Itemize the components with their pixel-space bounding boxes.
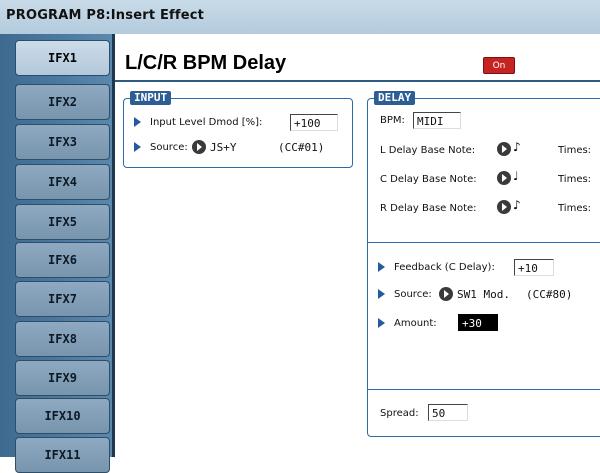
tab-ifx4[interactable]: IFX4 — [15, 164, 110, 200]
tab-ifx8[interactable]: IFX8 — [15, 321, 110, 357]
spread-field[interactable]: 50 — [428, 404, 468, 421]
tab-ifx11[interactable]: IFX11 — [15, 437, 110, 473]
tab-ifx9[interactable]: IFX9 — [15, 360, 110, 396]
tab-ifx7[interactable]: IFX7 — [15, 281, 110, 317]
input-source-select-icon[interactable] — [192, 140, 206, 154]
input-source-arrow-icon — [134, 142, 141, 152]
input-source-cc: (CC#01) — [278, 141, 325, 154]
input-source-value[interactable]: JS+Y — [210, 141, 237, 154]
spread-divider — [368, 389, 600, 390]
bpm-field[interactable]: MIDI — [413, 112, 461, 129]
feedback-field[interactable]: +10 — [514, 259, 554, 276]
amount-field[interactable]: +30 — [458, 314, 498, 331]
fb-source-cc: (CC#80) — [526, 288, 573, 301]
c-note-value[interactable]: ♩ — [513, 169, 519, 183]
effect-edit-area: L/C/R BPM Delay On INPUT Input Level Dmo… — [112, 34, 600, 457]
fb-source-label: Source: — [394, 289, 432, 300]
delay-section-divider — [368, 242, 600, 243]
r-note-select-icon[interactable] — [497, 200, 511, 214]
input-source-label: Source: — [150, 142, 188, 153]
l-delay-base-note-label: L Delay Base Note: — [380, 145, 476, 156]
feedback-arrow-icon — [378, 262, 385, 272]
r-times-label: Times: — [558, 203, 592, 214]
l-note-value[interactable]: ♪ — [513, 140, 521, 154]
ifx-tab-sidebar: IFX1 IFX2 IFX3 IFX4 IFX5 IFX6 IFX7 IFX8 … — [0, 34, 112, 473]
effect-on-button[interactable]: On — [483, 57, 515, 74]
page-title: PROGRAM P8:Insert Effect — [6, 8, 205, 23]
delay-panel-label: DELAY — [374, 91, 416, 105]
feedback-label: Feedback (C Delay): — [394, 262, 495, 273]
fb-source-value[interactable]: SW1 Mod. — [457, 288, 510, 301]
delay-panel: DELAY BPM: MIDI L Delay Base Note: ♪ Tim… — [367, 91, 600, 437]
tab-ifx2[interactable]: IFX2 — [15, 84, 110, 120]
input-level-dmod-field[interactable]: +100 — [290, 114, 338, 131]
c-note-select-icon[interactable] — [497, 171, 511, 185]
fb-source-select-icon[interactable] — [439, 287, 453, 301]
c-delay-base-note-label: C Delay Base Note: — [380, 174, 477, 185]
spread-label: Spread: — [380, 408, 419, 419]
bpm-label: BPM: — [380, 115, 405, 126]
tab-ifx1[interactable]: IFX1 — [15, 40, 110, 76]
amount-arrow-icon — [378, 318, 385, 328]
tab-ifx5[interactable]: IFX5 — [15, 204, 110, 240]
fb-source-arrow-icon — [378, 289, 385, 299]
c-times-label: Times: — [558, 174, 592, 185]
l-times-label: Times: — [558, 145, 592, 156]
tab-ifx10[interactable]: IFX10 — [15, 398, 110, 434]
tab-ifx6[interactable]: IFX6 — [15, 242, 110, 278]
input-level-dmod-label: Input Level Dmod [%]: — [150, 117, 263, 128]
input-level-arrow-icon — [134, 117, 141, 127]
r-delay-base-note-label: R Delay Base Note: — [380, 203, 477, 214]
input-panel-label: INPUT — [130, 91, 172, 105]
title-divider — [115, 80, 600, 82]
effect-name: L/C/R BPM Delay — [125, 52, 287, 74]
tab-ifx3[interactable]: IFX3 — [15, 124, 110, 160]
input-panel: INPUT Input Level Dmod [%]: +100 Source:… — [123, 91, 353, 168]
r-note-value[interactable]: ♪ — [513, 198, 521, 212]
amount-label: Amount: — [394, 318, 437, 329]
l-note-select-icon[interactable] — [497, 142, 511, 156]
title-bar: PROGRAM P8:Insert Effect — [0, 0, 600, 35]
